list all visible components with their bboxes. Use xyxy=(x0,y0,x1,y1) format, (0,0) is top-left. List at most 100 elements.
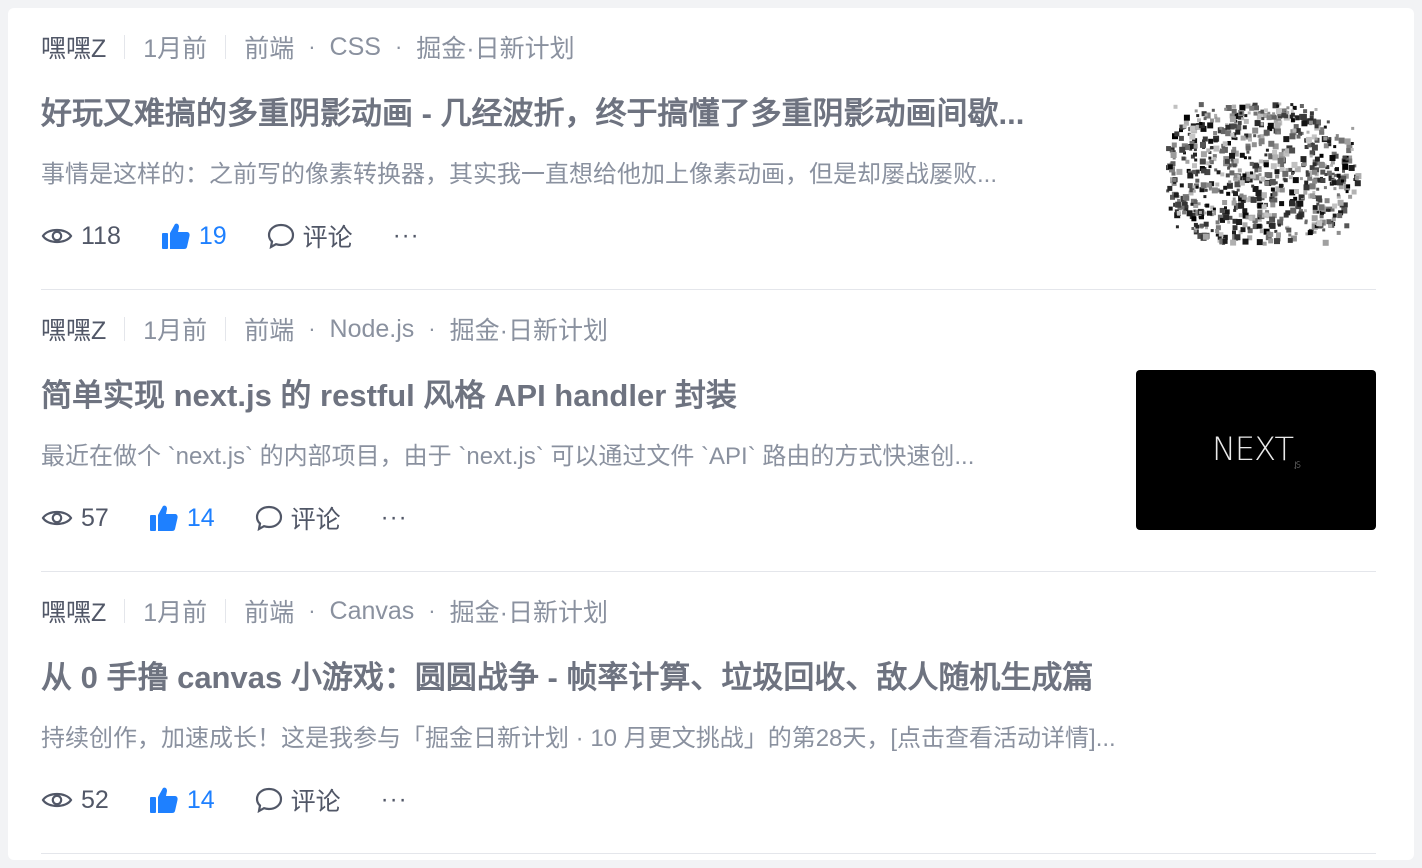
article-thumbnail[interactable]: NEXT.JS xyxy=(1136,370,1376,530)
meta-divider xyxy=(225,35,227,59)
noise-pixel xyxy=(1307,143,1312,148)
noise-pixel xyxy=(1194,109,1198,113)
noise-pixel xyxy=(1205,203,1210,208)
noise-pixel xyxy=(1196,114,1200,118)
noise-pixel xyxy=(1194,158,1198,162)
article-title[interactable]: 简单实现 next.js 的 restful 风格 API handler 封装 xyxy=(41,376,1111,416)
noise-pixel xyxy=(1178,135,1184,141)
tag-dot: · xyxy=(428,316,436,341)
noise-pixel xyxy=(1302,162,1306,167)
noise-pixel xyxy=(1318,162,1325,169)
noise-pixel xyxy=(1332,203,1338,209)
noise-pixel xyxy=(1224,209,1230,215)
noise-pixel xyxy=(1312,178,1318,184)
noise-pixel xyxy=(1350,142,1354,145)
comment-label: 评论 xyxy=(290,788,341,816)
noise-pixel xyxy=(1209,146,1213,150)
noise-pixel xyxy=(1341,179,1344,183)
tag-link[interactable]: 掘金·日新计划 xyxy=(450,311,608,347)
tag-link[interactable]: CSS xyxy=(330,33,381,62)
author-name[interactable]: 嘿嘿Z xyxy=(41,593,106,629)
like-button[interactable]: 14 xyxy=(149,786,215,815)
noise-pixel xyxy=(1272,154,1279,161)
more-button[interactable]: ··· xyxy=(393,222,420,250)
noise-pixel xyxy=(1192,189,1196,193)
article-item[interactable]: 嘿嘿Z 1月前 前端 · Node.js · 掘金·日新计划 简单实现 next… xyxy=(41,290,1376,572)
noise-pixel xyxy=(1276,108,1282,115)
noise-pixel xyxy=(1195,169,1200,174)
noise-pixel xyxy=(1315,195,1322,202)
article-item[interactable]: 嘿嘿Z 1月前 前端 · Canvas · 掘金·日新计划 从 0 手撸 can… xyxy=(41,572,1376,854)
noise-pixel xyxy=(1204,188,1208,192)
article-item[interactable]: 嘿嘿Z 1月前 前端 · CSS · 掘金·日新计划 好玩又难搞的多重阴影动画 … xyxy=(41,8,1376,290)
tag-link[interactable]: 前端 xyxy=(244,593,294,629)
tag-dot: · xyxy=(308,34,316,59)
noise-pixel xyxy=(1288,233,1292,237)
noise-pixel xyxy=(1333,187,1337,191)
noise-pixel xyxy=(1251,142,1257,148)
tag-link[interactable]: 掘金·日新计划 xyxy=(450,593,608,629)
noise-pixel xyxy=(1260,122,1264,126)
noise-pixel xyxy=(1176,168,1183,175)
noise-pixel xyxy=(1275,174,1280,179)
noise-pixel xyxy=(1344,223,1350,229)
noise-pixel xyxy=(1198,211,1202,214)
noise-pixel xyxy=(1270,163,1277,170)
noise-pixel xyxy=(1265,148,1269,152)
author-name[interactable]: 嘿嘿Z xyxy=(41,311,106,347)
noise-pixel xyxy=(1299,177,1303,181)
like-button[interactable]: 19 xyxy=(161,222,227,251)
noise-pixel xyxy=(1244,114,1248,118)
like-count: 14 xyxy=(186,785,215,814)
noise-pixel xyxy=(1312,169,1317,175)
noise-pixel xyxy=(1303,209,1307,213)
more-button[interactable]: ··· xyxy=(381,504,408,532)
noise-pixel xyxy=(1242,238,1249,245)
noise-pixel xyxy=(1336,173,1341,178)
noise-pixel xyxy=(1167,164,1173,170)
noise-pixel xyxy=(1309,193,1315,199)
noise-pixel xyxy=(1289,133,1296,140)
eye-icon xyxy=(41,510,73,526)
noise-pixel xyxy=(1254,168,1259,173)
article-title[interactable]: 好玩又难搞的多重阴影动画 - 几经波折，终于搞懂了多重阴影动画间歇... xyxy=(41,94,1111,134)
noise-pixel xyxy=(1309,154,1313,158)
comment-icon xyxy=(255,505,282,531)
comment-button[interactable]: 评论 xyxy=(255,782,341,818)
noise-pixel xyxy=(1319,153,1324,158)
noise-pixel xyxy=(1192,163,1197,169)
noise-pixel xyxy=(1200,151,1207,158)
noise-pixel xyxy=(1307,230,1313,236)
noise-pixel xyxy=(1336,193,1340,197)
article-abstract[interactable]: 最近在做个 `next.js` 的内部项目，由于 `next.js` 可以通过文… xyxy=(41,440,1121,474)
noise-pixel xyxy=(1177,199,1181,202)
article-abstract[interactable]: 持续创作，加速成长！这是我参与「掘金日新计划 · 10 月更文挑战」的第28天，… xyxy=(41,722,1221,756)
noise-pixel xyxy=(1300,156,1307,163)
article-abstract[interactable]: 事情是这样的：之前写的像素转换器，其实我一直想给他加上像素动画，但是却屡战屡败.… xyxy=(41,158,1121,192)
tag-link[interactable]: Node.js xyxy=(330,315,415,344)
noise-pixel xyxy=(1266,231,1271,236)
tag-link[interactable]: 掘金·日新计划 xyxy=(416,29,574,65)
noise-pixel xyxy=(1167,185,1173,191)
tag-link[interactable]: 前端 xyxy=(244,311,294,347)
tag-link[interactable]: Canvas xyxy=(330,597,415,626)
noise-pixel xyxy=(1183,114,1190,121)
noise-pixel xyxy=(1270,202,1276,208)
noise-pixel xyxy=(1185,145,1190,151)
comment-button[interactable]: 评论 xyxy=(255,500,341,536)
noise-pixel xyxy=(1333,145,1337,149)
noise-pixel xyxy=(1197,118,1201,123)
article-title[interactable]: 从 0 手撸 canvas 小游戏：圆圆战争 - 帧率计算、垃圾回收、敌人随机生… xyxy=(41,658,1221,698)
noise-pixel xyxy=(1280,163,1285,168)
noise-pixel xyxy=(1240,227,1246,233)
like-button[interactable]: 14 xyxy=(149,504,215,533)
tag-link[interactable]: 前端 xyxy=(244,29,294,65)
noise-pixel xyxy=(1323,125,1327,129)
comment-button[interactable]: 评论 xyxy=(267,218,353,254)
comment-icon xyxy=(267,223,294,249)
noise-pixel xyxy=(1215,182,1220,187)
article-thumbnail[interactable] xyxy=(1136,88,1376,248)
more-button[interactable]: ··· xyxy=(381,786,408,814)
noise-pixel xyxy=(1213,145,1220,152)
author-name[interactable]: 嘿嘿Z xyxy=(41,29,106,65)
